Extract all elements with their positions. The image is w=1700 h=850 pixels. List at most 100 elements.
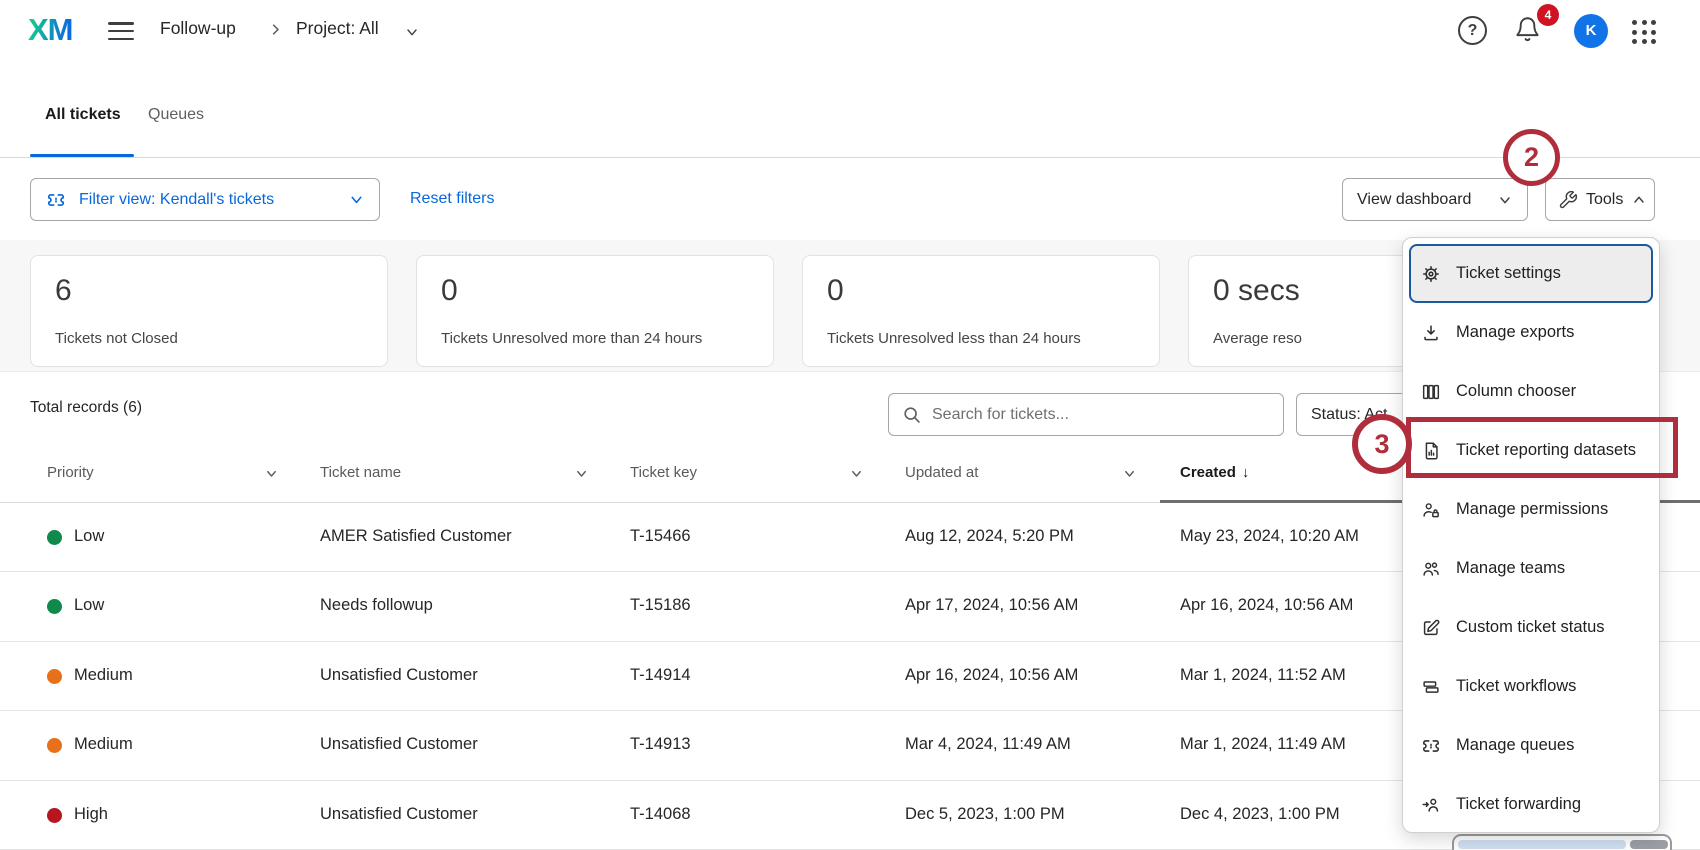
cell-ticket-key: T-14914	[630, 666, 691, 685]
reset-filters-link[interactable]: Reset filters	[410, 190, 494, 208]
cell-priority: Medium	[74, 666, 133, 685]
cell-updated-at: Aug 12, 2024, 5:20 PM	[905, 527, 1074, 546]
stat-card-not-closed: 6 Tickets not Closed	[30, 255, 388, 367]
menu-item-manage-exports[interactable]: Manage exports	[1403, 303, 1659, 362]
tab-all-tickets[interactable]: All tickets	[45, 106, 121, 124]
scrollbar-track	[1458, 840, 1626, 849]
view-dashboard-button[interactable]: View dashboard	[1342, 178, 1528, 221]
chevron-down-icon	[1497, 192, 1513, 208]
menu-item-label: Column chooser	[1456, 382, 1576, 401]
menu-item-label: Ticket workflows	[1456, 677, 1576, 696]
menu-item-ticket-workflows[interactable]: Ticket workflows	[1403, 657, 1659, 716]
ticket-icon	[45, 189, 67, 211]
wrench-icon	[1558, 190, 1578, 210]
cell-ticket-key: T-15186	[630, 596, 691, 615]
priority-dot	[47, 808, 62, 823]
annotation-step-2: 2	[1503, 129, 1560, 186]
annotation-highlight-box	[1406, 417, 1678, 478]
sort-descending-icon: ↓	[1242, 464, 1250, 481]
search-input[interactable]	[932, 406, 1271, 424]
forward-person-icon	[1420, 794, 1442, 816]
cell-priority: Low	[74, 527, 104, 546]
stat-label: Average reso	[1213, 330, 1302, 347]
breadcrumb-project[interactable]: Project: All	[296, 18, 379, 39]
scrollbar-thumb[interactable]	[1630, 840, 1668, 849]
cell-ticket-name: Unsatisfied Customer	[320, 805, 478, 824]
tab-bar: All tickets Queues	[0, 62, 1700, 158]
help-icon[interactable]: ?	[1458, 16, 1487, 45]
stat-value: 0 secs	[1213, 274, 1300, 308]
app-switcher-icon[interactable]	[1632, 20, 1656, 44]
tools-label: Tools	[1586, 191, 1623, 209]
cell-updated-at: Mar 4, 2024, 11:49 AM	[905, 735, 1071, 754]
ticket-icon	[1420, 735, 1442, 757]
notifications-bell-icon[interactable]	[1514, 16, 1541, 43]
cell-ticket-name: Unsatisfied Customer	[320, 666, 478, 685]
chevron-down-icon	[348, 191, 365, 208]
column-header-ticket-name[interactable]: Ticket name	[320, 464, 401, 481]
priority-dot	[47, 738, 62, 753]
chevron-down-icon[interactable]	[264, 466, 279, 481]
menu-item-manage-teams[interactable]: Manage teams	[1403, 539, 1659, 598]
menu-item-label: Custom ticket status	[1456, 618, 1605, 637]
person-lock-icon	[1420, 499, 1442, 521]
cell-created: Mar 1, 2024, 11:52 AM	[1180, 666, 1346, 685]
filter-toolbar: Filter view: Kendall's tickets Reset fil…	[0, 158, 1700, 240]
menu-item-label: Manage exports	[1456, 323, 1574, 342]
cell-created: Apr 16, 2024, 10:56 AM	[1180, 596, 1353, 615]
column-header-created[interactable]: Created ↓	[1180, 464, 1249, 481]
edit-icon	[1420, 617, 1442, 639]
chevron-right-icon	[268, 22, 283, 37]
horizontal-scrollbar[interactable]	[1452, 834, 1672, 850]
total-records-label: Total records (6)	[30, 399, 142, 417]
user-avatar[interactable]: K	[1574, 14, 1608, 48]
column-header-ticket-key[interactable]: Ticket key	[630, 464, 697, 481]
filter-view-dropdown[interactable]: Filter view: Kendall's tickets	[30, 178, 380, 221]
menu-item-label: Manage permissions	[1456, 500, 1608, 519]
stat-value: 0	[827, 274, 844, 308]
stat-label: Tickets not Closed	[55, 330, 178, 347]
chevron-down-icon[interactable]	[1122, 466, 1137, 481]
menu-item-ticket-settings[interactable]: Ticket settings	[1409, 244, 1653, 303]
chevron-down-icon[interactable]	[404, 24, 420, 40]
gear-icon	[1420, 263, 1442, 285]
xm-logo: XM	[28, 12, 73, 48]
menu-item-manage-queues[interactable]: Manage queues	[1403, 716, 1659, 775]
cell-created: Dec 4, 2023, 1:00 PM	[1180, 805, 1340, 824]
ticketing-app-screen: XM Follow-up Project: All ? 4 K All tick…	[0, 0, 1700, 850]
cell-priority: Low	[74, 596, 104, 615]
stat-value: 0	[441, 274, 458, 308]
annotation-step-3: 3	[1352, 414, 1412, 474]
priority-dot	[47, 669, 62, 684]
cell-ticket-name: Unsatisfied Customer	[320, 735, 478, 754]
cell-updated-at: Dec 5, 2023, 1:00 PM	[905, 805, 1065, 824]
stat-card-unresolved-less-24h: 0 Tickets Unresolved less than 24 hours	[802, 255, 1160, 367]
menu-item-ticket-forwarding[interactable]: Ticket forwarding	[1403, 775, 1659, 834]
tools-button[interactable]: Tools	[1545, 178, 1655, 221]
tab-queues[interactable]: Queues	[148, 106, 204, 124]
column-header-updated-at[interactable]: Updated at	[905, 464, 978, 481]
priority-dot	[47, 530, 62, 545]
chevron-down-icon[interactable]	[849, 466, 864, 481]
cell-ticket-key: T-14913	[630, 735, 691, 754]
cell-ticket-name: AMER Satisfied Customer	[320, 527, 512, 546]
menu-item-column-chooser[interactable]: Column chooser	[1403, 362, 1659, 421]
column-header-priority[interactable]: Priority	[47, 464, 94, 481]
column-header-created-label: Created	[1180, 464, 1236, 481]
hamburger-menu-icon[interactable]	[108, 22, 134, 41]
search-icon	[901, 404, 922, 425]
cell-ticket-key: T-15466	[630, 527, 691, 546]
chevron-down-icon[interactable]	[574, 466, 589, 481]
menu-item-label: Manage queues	[1456, 736, 1574, 755]
menu-item-manage-permissions[interactable]: Manage permissions	[1403, 480, 1659, 539]
stat-value: 6	[55, 274, 72, 308]
ticket-search[interactable]	[888, 393, 1284, 436]
cell-priority: High	[74, 805, 108, 824]
menu-item-custom-ticket-status[interactable]: Custom ticket status	[1403, 598, 1659, 657]
menu-item-label: Ticket forwarding	[1456, 795, 1581, 814]
breadcrumb-app[interactable]: Follow-up	[160, 18, 236, 39]
columns-icon	[1420, 381, 1442, 403]
workflow-icon	[1420, 676, 1442, 698]
stat-label: Tickets Unresolved more than 24 hours	[441, 330, 702, 347]
chevron-up-icon	[1631, 192, 1647, 208]
